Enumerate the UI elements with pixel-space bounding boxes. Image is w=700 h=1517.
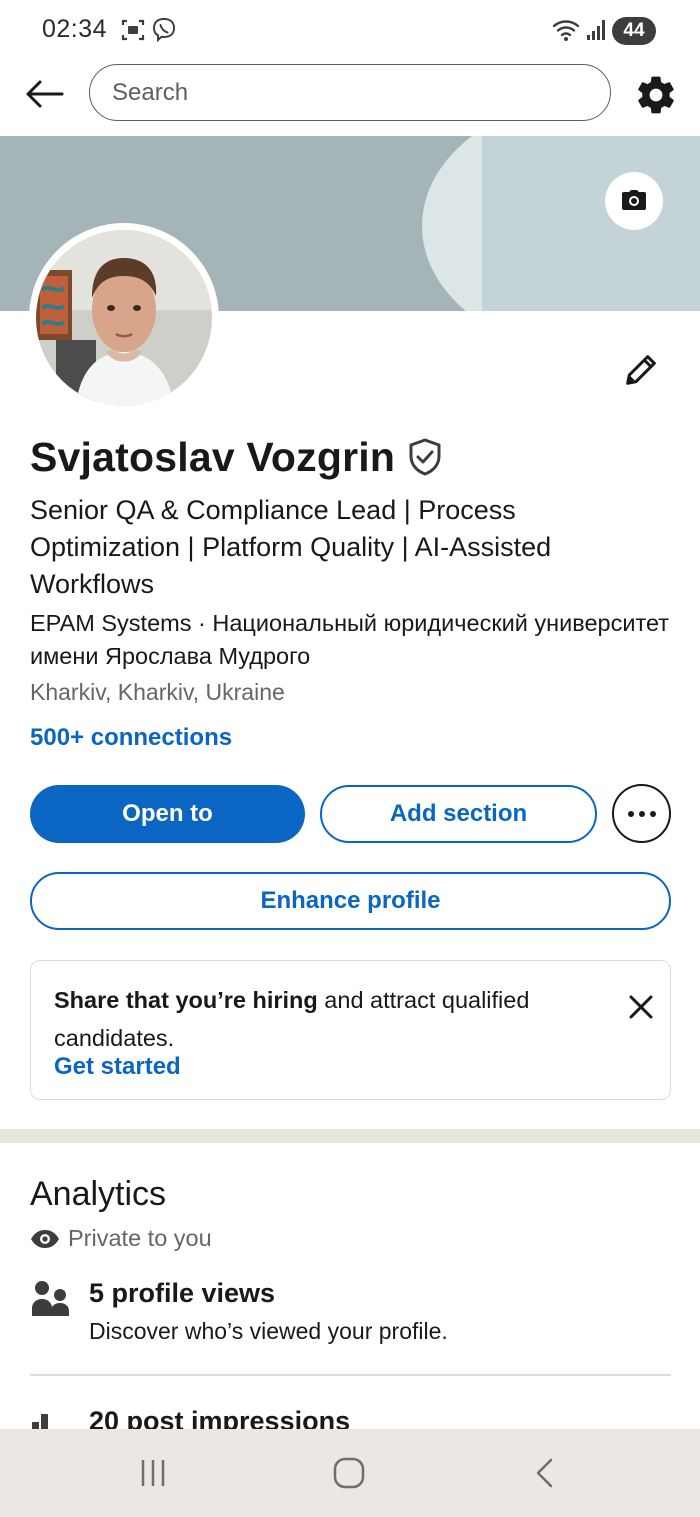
edit-intro-button[interactable] <box>616 345 666 395</box>
get-started-link[interactable]: Get started <box>54 1053 181 1081</box>
open-to-button[interactable]: Open to <box>30 785 305 843</box>
privacy-label: Private to you <box>68 1225 212 1251</box>
hiring-promo-bold: Share that you’re hiring <box>54 987 318 1013</box>
home-icon <box>333 1457 365 1489</box>
dismiss-button[interactable] <box>623 989 659 1025</box>
more-options-button[interactable] <box>612 784 671 843</box>
profile-location: Kharkiv, Kharkiv, Ukraine <box>30 679 285 705</box>
top-navigation: Search <box>0 62 700 136</box>
signal-icon <box>586 17 608 48</box>
people-icon <box>30 1280 70 1323</box>
system-back-button[interactable] <box>525 1455 565 1491</box>
dot-icon <box>638 810 645 817</box>
system-navigation-bar <box>0 1429 700 1517</box>
profile-company-education: EPAM Systems · Национальный юридический … <box>30 610 670 669</box>
wifi-icon <box>552 17 580 48</box>
hiring-promo-text: Share that you’re hiring and attract qua… <box>54 981 594 1057</box>
enhance-profile-button[interactable]: Enhance profile <box>30 872 671 930</box>
screenshot-icon <box>120 17 146 48</box>
battery-indicator: 44 <box>612 17 656 45</box>
chevron-left-icon <box>536 1458 553 1488</box>
profile-name-row: Svjatoslav Vozgrin <box>30 434 443 481</box>
profile-views-subtitle: Discover who’s viewed your profile. <box>89 1318 448 1344</box>
edit-banner-button[interactable] <box>605 172 663 230</box>
close-icon <box>629 995 653 1019</box>
search-input[interactable]: Search <box>89 64 611 121</box>
verified-shield-icon[interactable] <box>407 438 443 481</box>
connections-link[interactable]: 500+ connections <box>30 724 232 752</box>
status-time: 02:34 <box>42 15 108 43</box>
back-button[interactable] <box>20 72 68 116</box>
analytics-privacy: Private to you <box>30 1225 212 1252</box>
gear-icon <box>638 76 674 114</box>
analytics-title: Analytics <box>30 1175 167 1213</box>
home-button[interactable] <box>329 1455 369 1491</box>
status-bar: 02:34 44 <box>0 0 700 62</box>
section-divider <box>0 1129 700 1143</box>
dot-icon <box>649 810 656 817</box>
dot-icon <box>627 810 634 817</box>
profile-headline: Senior QA & Compliance Lead | Process Op… <box>30 495 552 599</box>
settings-button[interactable] <box>634 73 678 117</box>
analytics-separator <box>30 1374 671 1376</box>
hiring-promo-card: Share that you’re hiring and attract qua… <box>30 960 671 1100</box>
avatar-image <box>36 230 212 406</box>
profile-views-title: 5 profile views <box>89 1278 276 1308</box>
add-section-button[interactable]: Add section <box>320 785 597 843</box>
profile-views-item[interactable]: 5 profile views Discover who’s viewed yo… <box>30 1278 671 1348</box>
viber-icon <box>151 17 177 48</box>
pencil-icon <box>626 355 656 385</box>
search-placeholder: Search <box>112 78 189 106</box>
profile-name: Svjatoslav Vozgrin <box>30 434 396 480</box>
recent-apps-button[interactable] <box>133 1455 173 1491</box>
camera-icon <box>622 190 646 210</box>
profile-photo[interactable] <box>29 223 219 413</box>
eye-icon <box>31 1229 59 1248</box>
recent-apps-icon <box>141 1460 165 1486</box>
arrow-left-icon <box>26 80 64 108</box>
